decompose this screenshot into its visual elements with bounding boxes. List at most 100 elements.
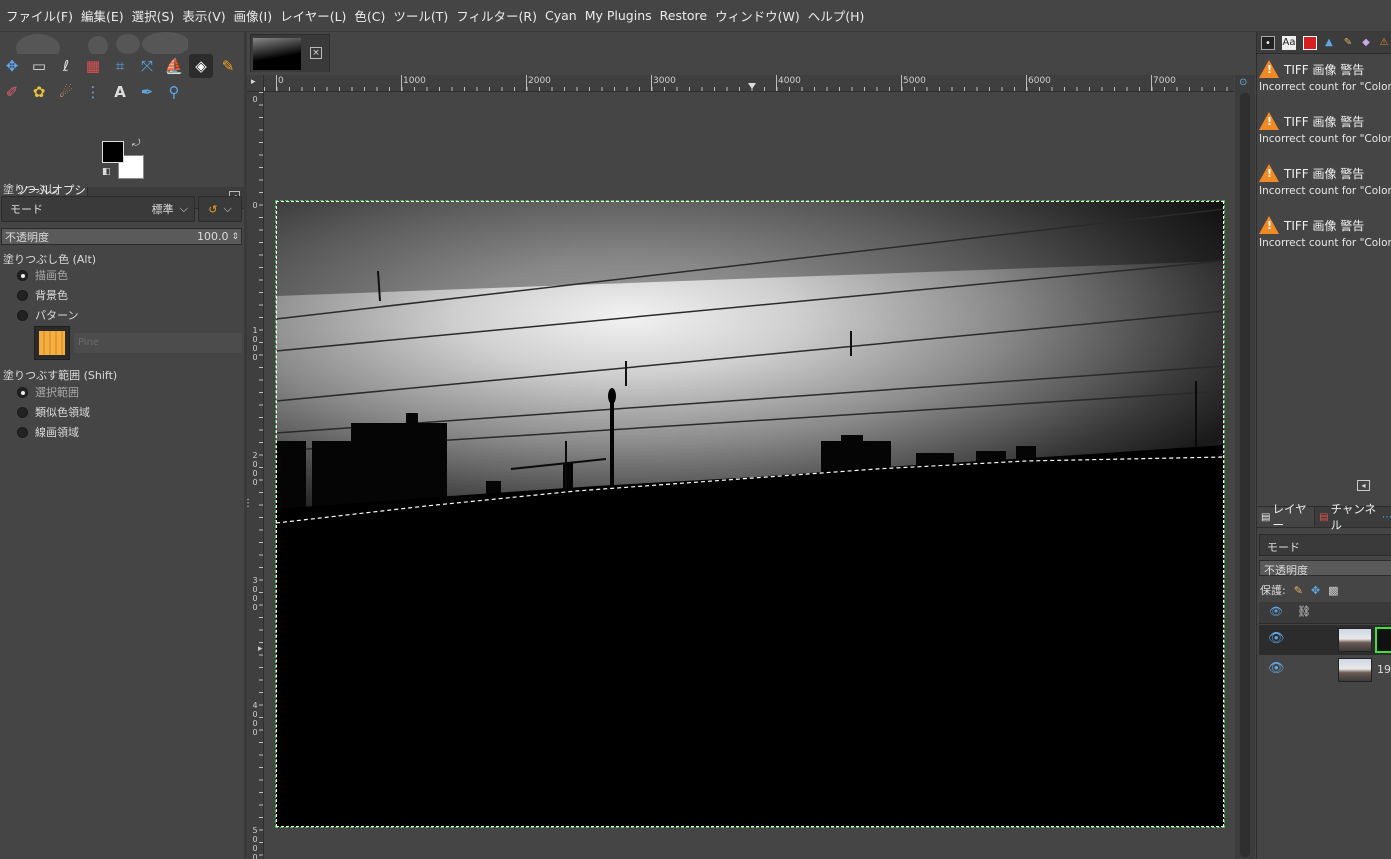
mode-combo[interactable]: モード 標準 ⌵ (1, 196, 195, 222)
horizontal-ruler[interactable]: 0 1000 2000 3000 4000 5000 6000 7000 (264, 75, 1234, 92)
canvas-side-arrow-icon: ▸ (258, 644, 263, 654)
tool-row-2: ✐ ✿ ☄ ⋮ A ✒ ⚲ (0, 80, 186, 104)
paint-dynamics-tab-icon[interactable]: ✎ (1341, 36, 1355, 50)
message-item: TIFF 画像 警告 Incorrect count for "ColorM (1259, 216, 1391, 249)
menu-restore[interactable]: Restore (658, 8, 713, 23)
eraser-tool-icon[interactable]: ✐ (0, 80, 24, 104)
chevron-down-icon: ⌵ (223, 202, 232, 215)
tab-channels[interactable]: ▤ チャンネル (1315, 502, 1382, 532)
rect-select-tool-icon[interactable]: ▭ (27, 54, 51, 78)
zoom-tool-icon[interactable]: ⚲ (162, 80, 186, 104)
paths-tool-icon[interactable]: ⋮ (81, 80, 105, 104)
message-item: TIFF 画像 警告 Incorrect count for "ColorM (1259, 164, 1391, 197)
image-content (276, 201, 1224, 827)
brushes-tab-icon[interactable]: • (1261, 36, 1275, 50)
dock-handle-icon[interactable]: ⋮ (243, 498, 253, 509)
warp-tool-icon[interactable]: ⛵ (162, 54, 186, 78)
menu-tools[interactable]: ツール(T) (391, 6, 454, 25)
opacity-slider[interactable]: 不透明度 100.0 ⇕ (1, 228, 242, 245)
fill-bg-radio[interactable]: 背景色 (0, 285, 240, 305)
histogram-tab-icon[interactable]: ▲ (1322, 36, 1336, 50)
palettes-tab-icon[interactable] (1303, 36, 1317, 50)
layer-row[interactable]: 👁 197 (1259, 655, 1391, 685)
default-colors-icon[interactable]: ◧ (102, 167, 111, 177)
image-tab[interactable]: × (250, 34, 330, 72)
layer-opacity-slider[interactable]: 不透明度 (1259, 560, 1391, 577)
layer-thumbnail (1338, 628, 1372, 652)
spin-icon[interactable]: ⇕ (231, 232, 241, 242)
menu-help[interactable]: ヘルプ(H) (806, 6, 871, 25)
transform-tool-icon[interactable]: ⤧ (135, 54, 159, 78)
image-canvas[interactable] (275, 200, 1225, 828)
menu-layer[interactable]: レイヤー(L) (278, 6, 352, 25)
lock-pixels-icon[interactable]: ✎ (1294, 584, 1303, 597)
menu-cyan[interactable]: Cyan (543, 8, 583, 23)
layer-mode-combo[interactable]: モード (1259, 534, 1391, 556)
pattern-preview[interactable] (34, 326, 70, 360)
warning-icon (1259, 60, 1279, 78)
image-tabs: × (247, 32, 1256, 74)
move-tool-icon[interactable]: ✥ (0, 54, 24, 78)
chain-header-icon: ⛓ (1297, 605, 1311, 618)
menu-image[interactable]: 画像(I) (232, 6, 278, 25)
layers-header: 👁 ⛓ (1259, 602, 1391, 624)
menu-edit[interactable]: 編集(E) (79, 6, 130, 25)
ruler-label: 2000 (528, 76, 551, 86)
close-icon[interactable]: × (310, 47, 322, 59)
fill-fg-radio[interactable]: 描画色 (0, 265, 240, 285)
fonts-tab-icon[interactable]: Aa (1282, 36, 1296, 50)
area-lineart-radio[interactable]: 線画領域 (0, 422, 240, 442)
radio-dot (17, 289, 28, 301)
smudge-tool-icon[interactable]: ☄ (54, 80, 78, 104)
lock-alpha-icon[interactable]: ▩ (1328, 584, 1338, 597)
navigate-icon[interactable]: ⊙ (1239, 77, 1247, 88)
area-selection-radio[interactable]: 選択範囲 (0, 382, 240, 402)
radio-dot (17, 406, 28, 418)
swap-colors-icon[interactable]: ⤾ (132, 138, 140, 149)
radio-dot (17, 269, 28, 281)
ruler-corner[interactable]: ▸ (247, 75, 264, 92)
warning-icon (1259, 112, 1279, 130)
crop-tool-icon[interactable]: ⌗ (108, 54, 132, 78)
scrollbar-thumb[interactable] (1240, 93, 1250, 857)
menu-file[interactable]: ファイル(F) (4, 6, 79, 25)
layer-row[interactable]: 👁 (1259, 625, 1391, 655)
visibility-eye-icon[interactable]: 👁 (1268, 661, 1285, 676)
layer-mask-thumbnail (1375, 627, 1391, 653)
tab-layers[interactable]: ▤ レイヤー (1257, 502, 1316, 532)
opacity-value: 100.0 (196, 230, 229, 243)
tool-presets-tab-icon[interactable]: ◆ (1359, 36, 1373, 50)
paths-tab-icon[interactable]: ⋯ (1382, 512, 1391, 523)
menu-colors[interactable]: 色(C) (352, 6, 391, 25)
ruler-label: 4000 (778, 76, 801, 86)
color-picker-tool-icon[interactable]: ✒ (135, 80, 159, 104)
ruler-label: 0 (252, 95, 258, 104)
clear-messages-icon[interactable]: ◂ (1357, 480, 1370, 491)
vertical-scrollbar[interactable]: ⊙ (1235, 75, 1255, 859)
fuzzy-select-tool-icon[interactable]: ▦ (81, 54, 105, 78)
lasso-tool-icon[interactable]: ℓ (54, 54, 78, 78)
fill-pattern-radio[interactable]: パターン (0, 305, 240, 325)
paintbrush-tool-icon[interactable]: ✎ (216, 54, 240, 78)
foreground-color-swatch[interactable] (102, 141, 124, 163)
menu-select[interactable]: 選択(S) (130, 6, 181, 25)
menu-filters[interactable]: フィルター(R) (454, 6, 543, 25)
fg-bg-colors[interactable]: ⤾ ◧ (102, 138, 146, 181)
error-console-tab-icon[interactable]: ⚠ (1377, 36, 1391, 50)
vertical-ruler[interactable]: 0 0 1 0 0 0 2 0 0 0 3 0 0 0 4 0 0 0 5 0 … (247, 92, 264, 859)
layer-thumbnail (1338, 658, 1372, 682)
clone-tool-icon[interactable]: ✿ (27, 80, 51, 104)
area-similar-radio[interactable]: 類似色領域 (0, 402, 240, 422)
ruler-label: 0 (252, 201, 258, 210)
menu-my-plugins[interactable]: My Plugins (583, 8, 658, 23)
quick-mask-icon: ▸ (251, 77, 256, 87)
radio-dot (17, 309, 28, 321)
ruler-label: 2 0 0 0 (252, 451, 258, 487)
mode-reset-combo[interactable]: ↺ ⌵ (198, 196, 242, 222)
menu-windows[interactable]: ウィンドウ(W) (713, 6, 806, 25)
menu-view[interactable]: 表示(V) (180, 6, 231, 25)
visibility-eye-icon[interactable]: 👁 (1268, 631, 1285, 646)
bucket-fill-tool-icon[interactable]: ◈ (189, 54, 213, 78)
text-tool-icon[interactable]: A (108, 80, 132, 104)
lock-position-icon[interactable]: ✥ (1311, 584, 1320, 597)
